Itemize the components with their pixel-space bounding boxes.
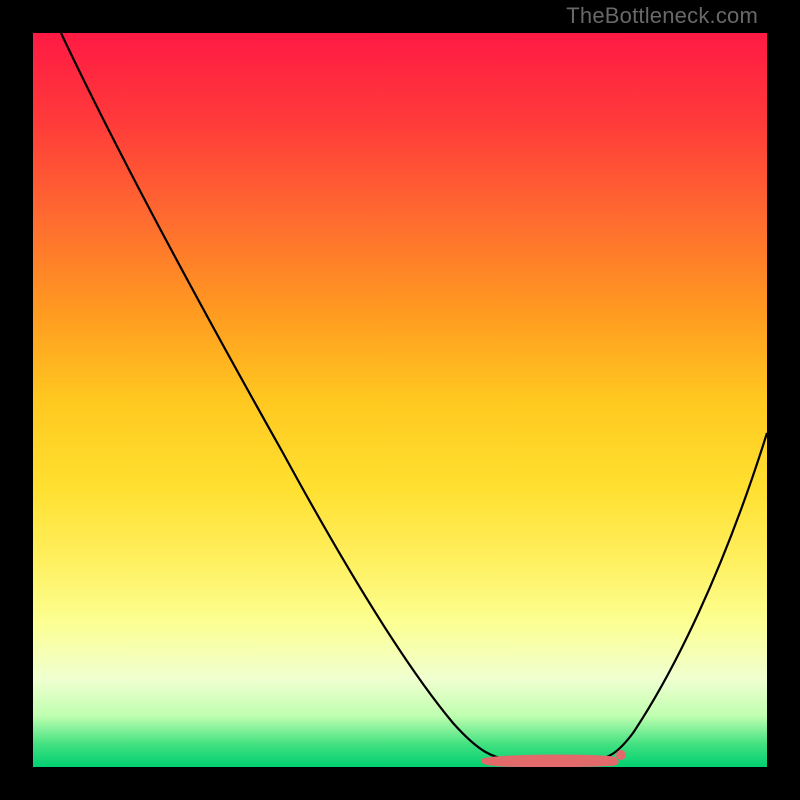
watermark-text: TheBottleneck.com [566, 3, 758, 29]
minimum-marker-band [483, 756, 617, 766]
curve-layer [33, 33, 767, 767]
bottleneck-curve [61, 33, 767, 760]
minimum-marker-dot [616, 750, 626, 760]
chart-frame: TheBottleneck.com [0, 0, 800, 800]
plot-area [33, 33, 767, 767]
